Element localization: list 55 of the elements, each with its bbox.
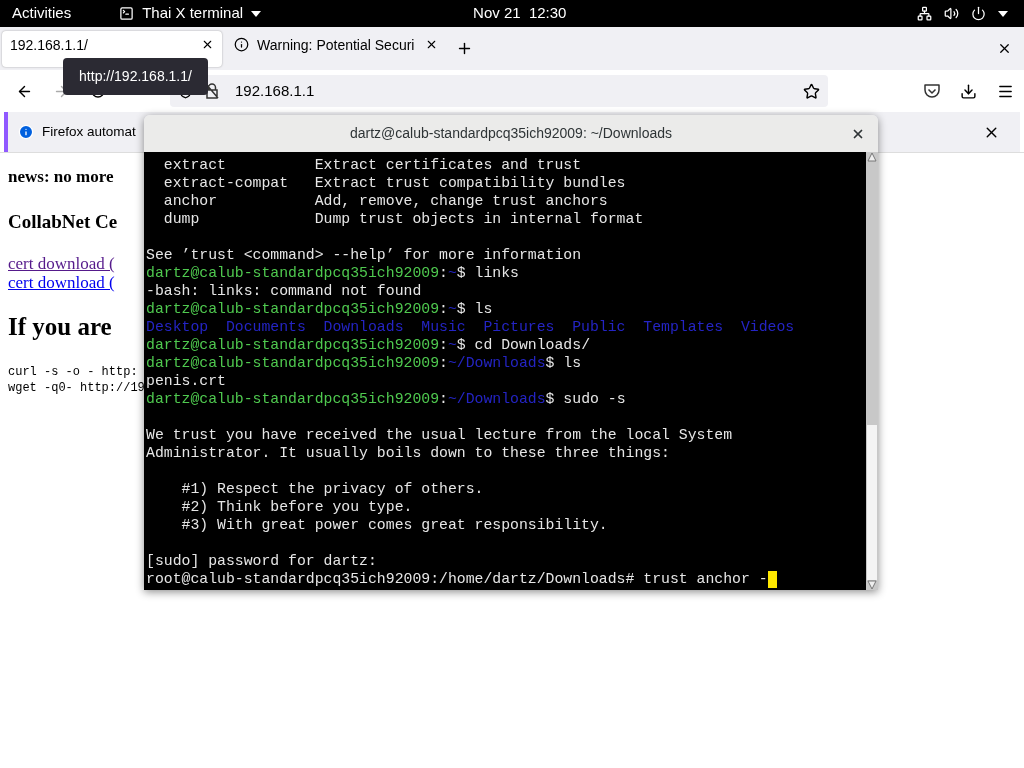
terminal-line: See ’trust <command> --help’ for more information (146, 246, 582, 264)
window-title: dartz@calub-standardpcq35ich92009: ~/Downloads (350, 124, 672, 143)
terminal-line: -bash: links: command not found (146, 282, 422, 300)
terminal-line: #1) Respect the privacy of others. (180, 480, 484, 498)
activities-button[interactable]: Activities (12, 2, 72, 25)
terminal-line: We trust you have received the usual lecture from the local System (146, 426, 733, 444)
power-icon[interactable] (971, 6, 986, 21)
link-tooltip: http://192.168.1.1/ (63, 58, 208, 95)
download-icon[interactable] (960, 82, 977, 100)
close-tab-icon[interactable] (425, 38, 438, 51)
terminal-line: dartz@calub-standardpcq35ich92009:~/Downloads$ sudo -s (146, 390, 626, 408)
tab-title: 192.168.1.1/ (10, 36, 89, 53)
terminal-icon (119, 6, 135, 21)
info-icon (234, 37, 249, 52)
terminal-line: dartz@calub-standardpcq35ich92009:~$ ls (146, 300, 493, 318)
caret-icon[interactable] (251, 10, 262, 17)
close-window-icon[interactable] (997, 41, 1012, 56)
news-heading: news: no more (8, 166, 114, 188)
app-menu[interactable]: Thai X terminal (142, 2, 244, 25)
command-text: curl -s -o - http: (8, 363, 138, 380)
terminal-line: #3) With great power comes great responsibility. (180, 516, 608, 534)
bookmark-star-icon[interactable] (803, 82, 820, 100)
terminal-line: extract Extract certificates and trust (162, 156, 582, 174)
network-icon[interactable] (917, 6, 932, 21)
terminal-line: dartz@calub-standardpcq35ich92009:~$ links (146, 264, 519, 282)
tab-title: Warning: Potential Securi (257, 36, 416, 53)
terminal-line: extract-compat Extract trust compatibility bundles (162, 174, 626, 192)
download-link[interactable]: cert download ( (8, 273, 115, 292)
close-tab-icon[interactable] (201, 38, 214, 51)
notification-text: Firefox automat (42, 122, 136, 141)
browser-tab[interactable]: Warning: Potential Securi (226, 30, 446, 67)
page-heading: CollabNet Ce (8, 209, 118, 234)
terminal-line: [sudo] password for dartz: (146, 552, 377, 570)
terminal-line: root@calub-standardpcq35ich92009:/home/dartz/Downloads# trust anchor - (146, 570, 768, 588)
url-text: 192.168.1.1 (235, 80, 315, 101)
terminal-line: dartz@calub-standardpcq35ich92009:~/Downloads$ ls (146, 354, 582, 372)
terminal-line: penis.crt (146, 372, 226, 390)
crossed-lock-icon[interactable] (205, 83, 219, 99)
info-icon (18, 124, 34, 140)
terminal-line: Desktop Documents Downloads Music Pictures Public Templates Videos (146, 318, 795, 336)
command-text: wget -q0- http://19 (8, 379, 145, 396)
volume-icon[interactable] (944, 6, 959, 21)
terminal-line: dump Dump trust objects in internal format (162, 210, 644, 228)
terminal-line: dartz@calub-standardpcq35ich92009:~$ cd Downloads/ (146, 336, 590, 354)
terminal-line: Administrator. It usually boils down to these three things: (146, 444, 670, 462)
scrollbar[interactable] (866, 152, 878, 590)
pocket-icon[interactable] (924, 83, 940, 99)
terminal-line: anchor Add, remove, change trust anchors (162, 192, 608, 210)
clock[interactable]: Nov 21 12:30 (473, 2, 567, 25)
new-tab-icon[interactable] (456, 40, 473, 57)
download-link[interactable]: cert download ( (8, 254, 115, 273)
terminal-line: #2) Think before you type. (180, 498, 413, 516)
section-heading: If you are (8, 312, 112, 342)
scroll-thumb[interactable] (867, 425, 877, 580)
caret-icon[interactable] (998, 10, 1008, 17)
